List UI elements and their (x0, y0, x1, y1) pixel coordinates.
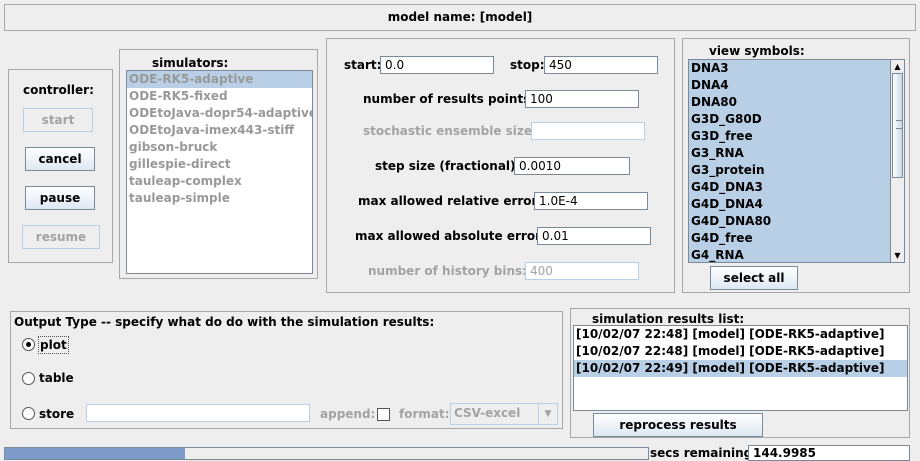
plot-label[interactable]: plot (38, 336, 69, 354)
history-bins-field[interactable]: 400 (525, 262, 639, 280)
parameters-panel: start: 0.0 stop: 450 number of results p… (326, 38, 675, 293)
start-label: start: (344, 58, 382, 72)
symbol-item[interactable]: G3_RNA (689, 145, 890, 162)
relative-error-field[interactable]: 1.0E-4 (534, 192, 648, 210)
controller-title: controller: (23, 83, 94, 97)
append-label: append: (320, 407, 376, 421)
pause-button[interactable]: pause (25, 186, 95, 210)
scroll-thumb[interactable] (892, 73, 903, 178)
chevron-down-icon[interactable]: ▼ (538, 404, 557, 424)
step-size-label: step size (fractional): (375, 159, 521, 173)
step-size-field[interactable]: 0.0010 (514, 157, 630, 175)
plot-radio[interactable] (22, 338, 35, 351)
cancel-button[interactable]: cancel (25, 147, 95, 171)
start-field[interactable]: 0.0 (380, 56, 494, 74)
simulator-item[interactable]: gillespie-direct (127, 156, 312, 173)
results-panel: simulation results list: [10/02/07 22:48… (570, 308, 910, 438)
simulators-list[interactable]: ODE-RK5-adaptive ODE-RK5-fixed ODEtoJava-d… (126, 70, 313, 274)
output-type-title: Output Type -- specify what do do with t… (14, 315, 435, 329)
format-value: CSV-excel (454, 406, 521, 420)
symbol-item[interactable]: DNA4 (689, 77, 890, 94)
output-type-panel: Output Type -- specify what do do with t… (10, 311, 563, 429)
model-name-bar: model name: [model] (4, 4, 916, 31)
start-button[interactable]: start (23, 108, 93, 132)
symbol-item[interactable]: G4D_DNA80 (689, 213, 890, 230)
symbol-item[interactable]: G3D_free (689, 128, 890, 145)
store-label[interactable]: store (39, 406, 74, 422)
simulator-item[interactable]: tauleap-simple (127, 190, 312, 207)
view-symbols-title: view symbols: (709, 44, 805, 58)
simulator-item[interactable]: gibson-bruck (127, 139, 312, 156)
ensemble-size-label: stochastic ensemble size: (363, 124, 537, 138)
scroll-down-icon[interactable]: ▼ (891, 249, 904, 262)
grip-icon (896, 120, 903, 129)
simulator-item[interactable]: ODE-RK5-adaptive (127, 71, 312, 88)
progress-fill (5, 448, 186, 459)
append-checkbox[interactable] (377, 408, 390, 421)
reprocess-results-button[interactable]: reprocess results (593, 413, 763, 437)
simulator-item[interactable]: ODEtoJava-dopr54-adaptive (127, 105, 312, 122)
secs-remaining-field: 144.9985 (748, 445, 910, 461)
simulators-panel: simulators: ODE-RK5-adaptive ODE-RK5-fixe… (119, 49, 318, 279)
absolute-error-field[interactable]: 0.01 (537, 227, 651, 245)
result-item[interactable]: [10/02/07 22:49] [model] [ODE-RK5-adapti… (574, 360, 907, 377)
results-list[interactable]: [10/02/07 22:48] [model] [ODE-RK5-adapti… (573, 325, 908, 411)
table-radio[interactable] (22, 372, 35, 385)
symbol-item[interactable]: G3_protein (689, 162, 890, 179)
symbols-list[interactable]: DNA3 DNA4 DNA80 G3D_G80D G3D_free G3_RNA G3_pr… (688, 59, 891, 263)
symbol-item[interactable]: G3D_G80D (689, 111, 890, 128)
model-name-label: model name: [model] (387, 10, 533, 24)
store-radio[interactable] (22, 407, 35, 420)
simulator-item[interactable]: ODE-RK5-fixed (127, 88, 312, 105)
symbol-item[interactable]: DNA80 (689, 94, 890, 111)
symbol-item[interactable]: G4D_DNA4 (689, 196, 890, 213)
store-path-field[interactable] (86, 404, 310, 422)
symbol-item[interactable]: G4_RNA (689, 247, 890, 262)
controller-panel: controller: start cancel pause resume (8, 69, 113, 263)
stop-label: stop: (510, 58, 545, 72)
symbol-item[interactable]: G4D_DNA3 (689, 179, 890, 196)
results-points-field[interactable]: 100 (525, 90, 639, 108)
table-label[interactable]: table (39, 370, 74, 386)
resume-button[interactable]: resume (22, 225, 100, 249)
format-select[interactable]: CSV-excel ▼ (450, 403, 558, 425)
stop-field[interactable]: 450 (544, 56, 658, 74)
results-points-label: number of results points: (363, 92, 536, 106)
result-item[interactable]: [10/02/07 22:48] [model] [ODE-RK5-adapti… (574, 326, 907, 343)
result-item[interactable]: [10/02/07 22:48] [model] [ODE-RK5-adapti… (574, 343, 907, 360)
progress-bar (4, 447, 649, 460)
scroll-up-icon[interactable]: ▲ (891, 60, 904, 73)
simulators-title: simulators: (152, 56, 229, 70)
view-symbols-panel: view symbols: DNA3 DNA4 DNA80 G3D_G80D G3D_f… (682, 38, 910, 293)
secs-remaining-label: secs remaining: (650, 446, 758, 460)
history-bins-label: number of history bins: (368, 264, 527, 278)
simulator-item[interactable]: tauleap-complex (127, 173, 312, 190)
ensemble-size-field[interactable] (531, 122, 645, 140)
symbol-item[interactable]: DNA3 (689, 60, 890, 77)
format-label: format: (399, 407, 450, 421)
symbols-scrollbar[interactable]: ▲ ▼ (890, 59, 905, 263)
radio-selected-icon (26, 342, 31, 347)
select-all-button[interactable]: select all (710, 266, 798, 290)
symbol-item[interactable]: G4D_free (689, 230, 890, 247)
relative-error-label: max allowed relative error: (358, 194, 543, 208)
absolute-error-label: max allowed absolute error: (355, 229, 546, 243)
simulator-item[interactable]: ODEtoJava-imex443-stiff (127, 122, 312, 139)
